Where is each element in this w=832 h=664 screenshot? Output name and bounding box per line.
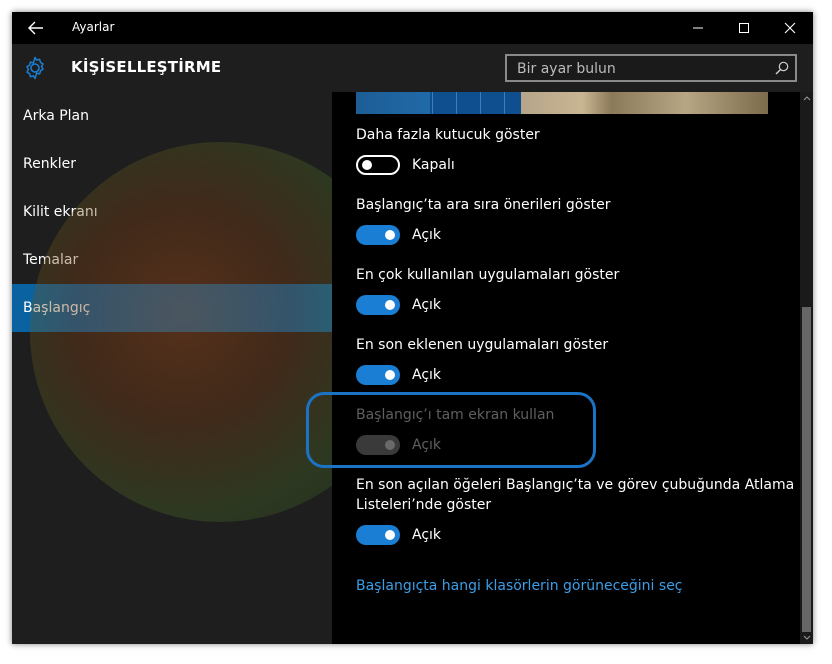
choose-folders-link[interactable]: Başlangıçta hangi klasörlerin görüneceği…	[356, 578, 683, 594]
sidebar-item-label: Başlangıç	[23, 300, 91, 316]
gear-icon	[26, 56, 44, 80]
minimize-button[interactable]	[675, 12, 721, 44]
sidebar-item-renkler[interactable]: Renkler	[12, 140, 332, 188]
search-input[interactable]	[515, 58, 769, 80]
sidebar-item-baslangic[interactable]: Başlangıç	[12, 284, 332, 332]
search-icon[interactable]	[775, 61, 789, 75]
toggle-knob	[385, 230, 395, 240]
toggle-knob	[385, 300, 395, 310]
vertical-scrollbar[interactable]	[800, 92, 813, 644]
page-title: KİŞİSELLEŞTİRME	[71, 58, 222, 76]
setting-label-jump-lists-line2: Listeleri’nde göster	[356, 497, 492, 513]
sidebar: Arka Plan Renkler Kilit ekranı Temalar B…	[12, 92, 332, 644]
back-button[interactable]	[20, 16, 52, 40]
settings-content: Daha fazla kutucuk göster Kapalı Başlang…	[332, 92, 813, 644]
sidebar-item-label: Arka Plan	[23, 108, 90, 124]
app-title: Ayarlar	[72, 20, 115, 34]
title-bar: Ayarlar	[12, 12, 813, 44]
chevron-down-icon	[803, 635, 810, 640]
toggle-knob	[362, 160, 372, 170]
toggle-more-tiles[interactable]	[356, 155, 400, 175]
toggle-recently-added[interactable]	[356, 365, 400, 385]
scrollbar-thumb[interactable]	[802, 307, 811, 632]
toggle-state-most-used: Açık	[412, 297, 442, 313]
toggle-state-recently-added: Açık	[412, 367, 442, 383]
sidebar-item-label: Kilit ekranı	[23, 204, 98, 220]
chevron-up-icon	[803, 96, 810, 101]
sidebar-item-temalar[interactable]: Temalar	[12, 236, 332, 284]
setting-label-more-tiles: Daha fazla kutucuk göster	[356, 127, 540, 143]
setting-label-most-used: En çok kullanılan uygulamaları göster	[356, 267, 620, 283]
setting-label-jump-lists-line1: En son açılan öğeleri Başlangıç’ta ve gö…	[356, 477, 795, 493]
toggle-suggestions[interactable]	[356, 225, 400, 245]
sidebar-item-label: Renkler	[23, 156, 76, 172]
scroll-up-arrow[interactable]	[800, 93, 813, 103]
toggle-state-more-tiles: Kapalı	[412, 157, 455, 173]
start-preview-image	[356, 92, 768, 114]
maximize-icon	[739, 23, 749, 33]
setting-label-suggestions: Başlangıç’ta ara sıra önerileri göster	[356, 197, 611, 213]
toggle-state-suggestions: Açık	[412, 227, 442, 243]
sidebar-item-kilit-ekrani[interactable]: Kilit ekranı	[12, 188, 332, 236]
sidebar-item-arka-plan[interactable]: Arka Plan	[12, 92, 332, 140]
toggle-knob	[385, 530, 395, 540]
close-icon	[784, 22, 796, 34]
toggle-knob	[385, 370, 395, 380]
back-arrow-icon	[28, 21, 43, 35]
minimize-icon	[693, 27, 703, 29]
close-button[interactable]	[767, 12, 813, 44]
scroll-down-arrow[interactable]	[800, 633, 813, 643]
highlight-annotation	[306, 392, 596, 468]
toggle-state-jump-lists: Açık	[412, 527, 442, 543]
sidebar-item-label: Temalar	[23, 252, 79, 268]
preview-tiles	[432, 92, 528, 114]
toggle-jump-lists[interactable]	[356, 525, 400, 545]
page-header: KİŞİSELLEŞTİRME	[12, 44, 813, 92]
toggle-most-used[interactable]	[356, 295, 400, 315]
maximize-button[interactable]	[721, 12, 767, 44]
settings-window: Ayarlar KİŞİSELLEŞTİRME Arka Plan Renkle…	[12, 12, 813, 644]
setting-label-recently-added: En son eklenen uygulamaları göster	[356, 337, 609, 353]
search-box[interactable]	[505, 54, 797, 82]
